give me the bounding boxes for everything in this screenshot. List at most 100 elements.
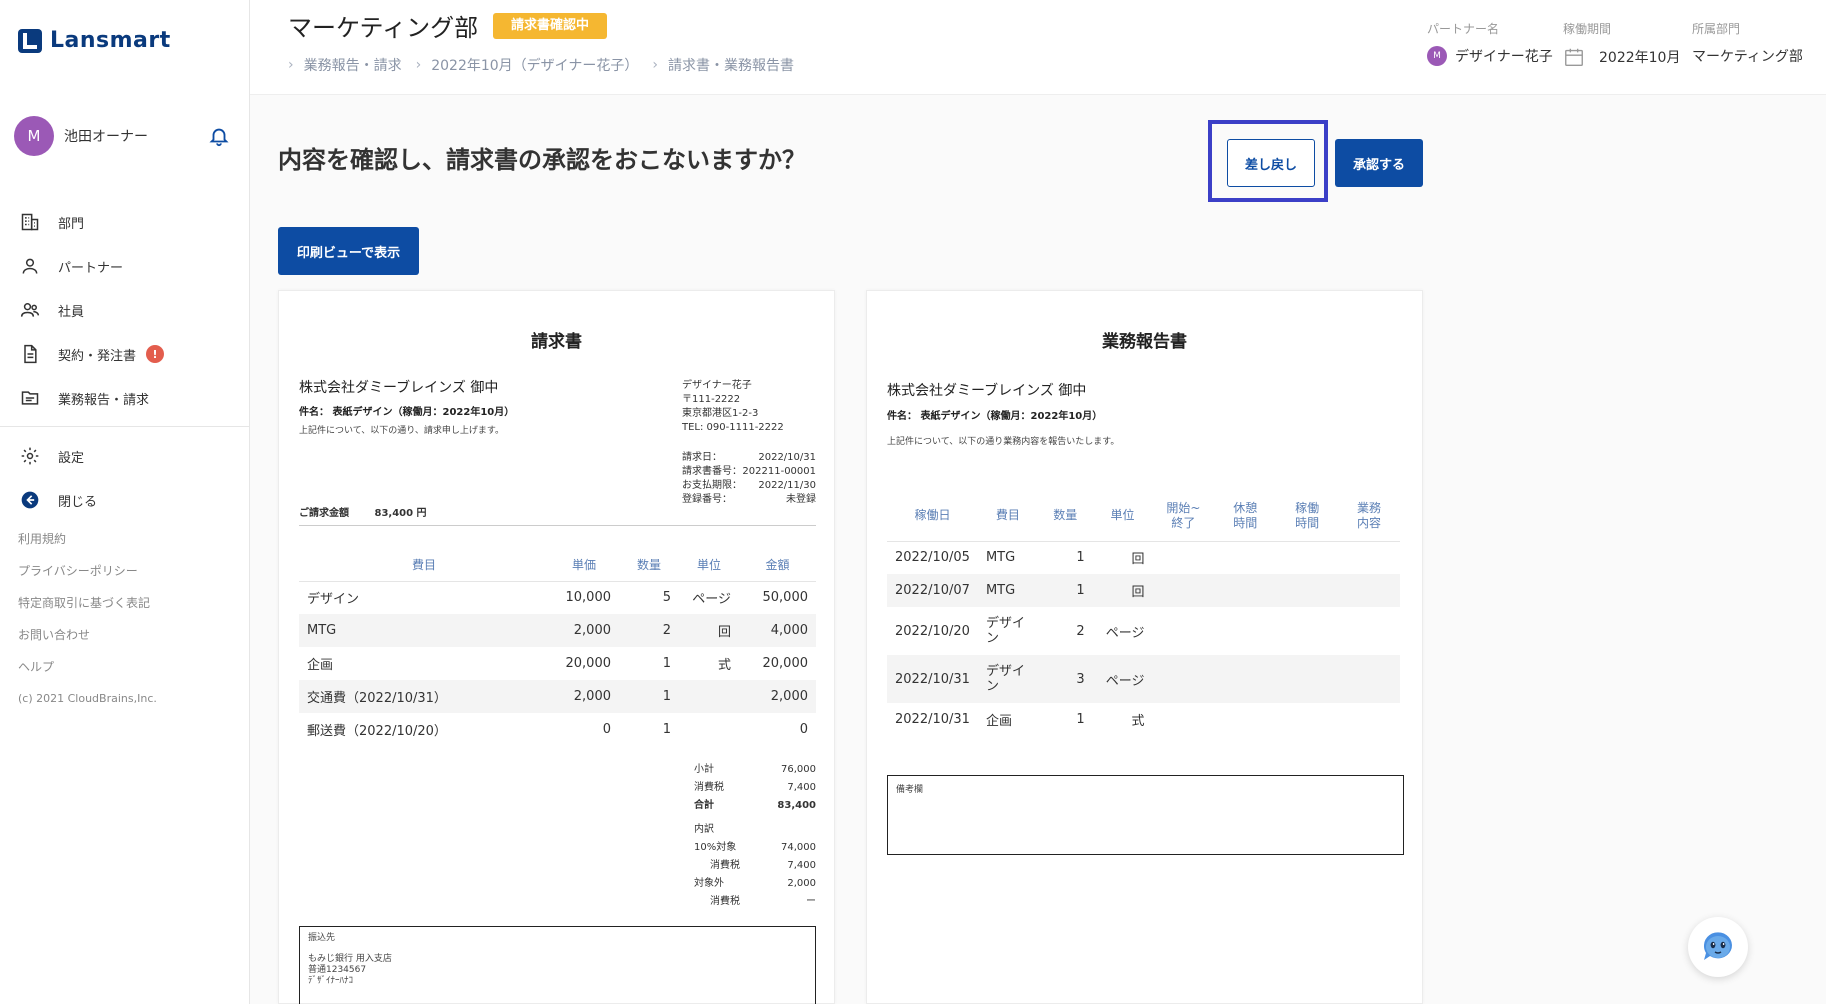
cell [1152,703,1214,736]
nav-label: 設定 [58,450,85,466]
invoice-subject: 件名： 表紙デザイン（稼働月：2022年10月） [299,407,515,418]
confirm-question: 内容を確認し、請求書の承認をおこないますか？ [278,146,806,174]
breakdown-label: 対象外 [694,878,724,889]
amount-label: ご請求金額 [299,508,349,519]
meta-value: 202211-00001 [742,466,816,477]
sidebar: Lansmart M 池田オーナー 部門 パートナー 社員 契約・発注書 ! 業… [0,0,250,1004]
user-profile: M 池田オーナー [14,116,230,156]
nav-item-contracts[interactable]: 契約・発注書 ! [0,332,250,376]
nav-label: 部門 [58,216,85,232]
breadcrumb-item[interactable]: 業務報告・請求 [304,55,402,75]
partner-value: M デザイナー花子 [1427,46,1553,66]
cell: 1 [1076,712,1085,727]
breadcrumb: › 業務報告・請求 › 2022年10月（デザイナー花子） › 請求書・業務報告… [288,55,808,75]
breakdown-title: 内訳 [694,824,714,835]
cell: MTG [985,550,1016,566]
cell: 2022/10/05 [895,550,970,566]
remarks-box: 備考欄 [887,775,1404,855]
column-header: 単位 [1092,491,1153,542]
person-icon [22,258,38,274]
period-value: 2022年10月 [1563,46,1680,68]
department-label: 所属部門 [1692,22,1741,36]
cell: 5 [662,590,671,606]
cell: 1 [1037,574,1093,607]
work-report-document: 業務報告書 株式会社ダミーブレインズ 御中 件名： 表紙デザイン（稼働月：202… [866,290,1423,1004]
cell [1338,607,1400,655]
cell: 2022/10/31 [887,655,978,703]
footer-links: 利用規約 プライバシーポリシー 特定商取引に基づく表記 お問い合わせ ヘルプ (… [18,528,157,710]
cell: 2,000 [739,680,816,713]
table-header-row: 費目 単価 数量 単位 金額 [299,549,816,582]
invoice-totals: 小計 76,000 消費税 7,400 合計 83,400 内訳 10%対象 74,00… [694,761,816,911]
cell [1152,541,1214,574]
total-label: 小計 [694,764,714,775]
issuer-line: 〒111-2222 [682,394,741,405]
report-recipient: 株式会社ダミーブレインズ 御中 [887,383,1087,399]
nav-item-departments[interactable]: 部門 [0,200,250,244]
building-icon [21,213,39,231]
nav-divider [0,426,250,427]
cell: 回 [1131,552,1145,568]
table-row: デザイン 10,000 5 ページ 50,000 [299,581,816,614]
cell: 式 [717,658,731,673]
column-header: 費目 [299,549,549,582]
cell [1276,574,1339,607]
issuer-line: デザイナー花子 [682,380,752,391]
bank-line: ﾃﾞｻﾞｲﾅｰﾊﾅｺ [308,976,354,986]
total-label: 消費税 [694,782,724,793]
cell [1276,655,1339,703]
gear-icon [21,447,39,465]
cell [1214,541,1276,574]
footer-link-privacy[interactable]: プライバシーポリシー [18,560,157,592]
cell [1276,703,1338,736]
nav-item-settings[interactable]: 設定 [0,434,250,478]
alert-badge: ! [146,345,165,363]
status-badge: 請求書確認中 [493,13,608,39]
bank-title: 振込先 [308,933,336,943]
invoice-note: 上記件について、以下の通り、請求申し上げます。 [299,426,505,436]
nav-item-close[interactable]: 閉じる [0,478,250,522]
footer-link-terms[interactable]: 利用規約 [18,528,157,560]
user-name[interactable]: 池田オーナー [64,126,208,146]
chat-support-button[interactable] [1688,917,1748,977]
partner-avatar: M [1427,46,1447,66]
nav-item-reports-billing[interactable]: 業務報告・請求 [0,376,250,420]
breakdown-value: 2,000 [787,878,816,889]
cell: 20,000 [762,656,809,671]
meta-label: お支払期限： [682,480,742,491]
footer-link-contact[interactable]: お問い合わせ [18,624,157,656]
breakdown-label: 10%対象 [694,842,737,853]
footer-link-help[interactable]: ヘルプ [18,656,157,688]
nav-item-employees[interactable]: 社員 [0,288,250,332]
approve-button[interactable]: 承認する [1335,139,1423,187]
meta-label: 請求日： [682,452,722,463]
app-logo[interactable]: Lansmart [18,28,171,53]
nav-label: 社員 [58,304,85,320]
secondary-nav: 設定 閉じる [0,434,250,522]
cell: 2022/10/20 [895,623,970,639]
partner-label: パートナー名 [1427,22,1500,36]
print-view-button[interactable]: 印刷ビューで表示 [278,227,419,275]
cell [1338,574,1400,607]
avatar[interactable]: M [14,116,54,156]
people-icon [20,303,40,317]
cell: 2022/10/31 [895,712,970,727]
return-button[interactable]: 差し戻し [1227,139,1315,187]
meta-row: お支払期限： 2022/11/30 [682,479,816,493]
column-header: 稼働日 [887,491,978,542]
bell-icon[interactable] [208,125,230,147]
cell: 10,000 [565,590,612,606]
column-header: 業務内容 [1338,491,1400,542]
footer-link-commerce[interactable]: 特定商取引に基づく表記 [18,592,157,624]
table-row: 2022/10/31 デザイン 3 ページ [887,655,1400,703]
remarks-label: 備考欄 [896,785,924,795]
partner-name: デザイナー花子 [1455,49,1553,65]
breadcrumb-item[interactable]: 2022年10月（デザイナー花子） [431,55,638,75]
breakdown-value: ー [806,896,816,907]
cell: ページ [692,592,731,608]
issuer-line: TEL: 090-1111-2222 [682,422,784,433]
meta-row: 請求日： 2022/10/31 [682,451,816,465]
nav-item-partners[interactable]: パートナー [0,244,250,288]
cell: デザイン [977,655,1038,703]
meta-value: 2022/10/31 [758,452,816,463]
